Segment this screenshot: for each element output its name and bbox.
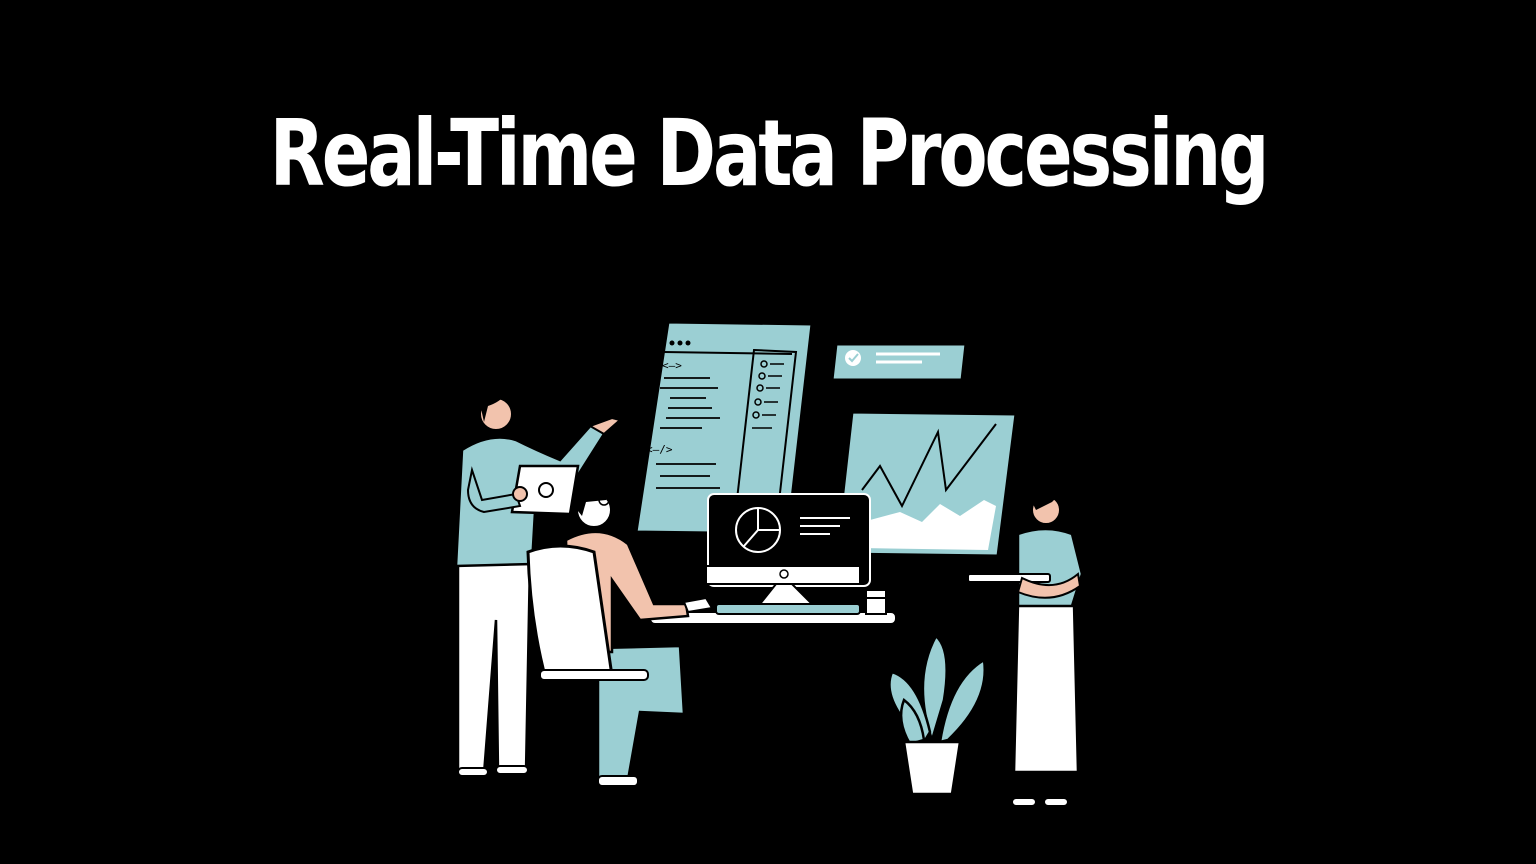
pie-chart-icon [705,493,871,605]
code-open-tag: <—> [662,359,682,372]
check-circle-icon [830,342,968,382]
code-close-tag: <—/> [646,443,673,456]
potted-plant [888,634,986,796]
data-processing-illustration: <—> <—/> [454,320,1084,807]
page: Real-Time Data Processing <—> <—/> [0,0,1536,864]
